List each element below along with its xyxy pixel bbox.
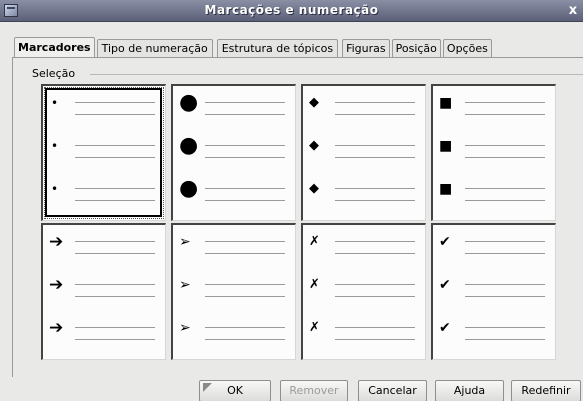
ok-button[interactable]: OK bbox=[199, 380, 271, 401]
bold-arrow-icon: ➔ bbox=[49, 275, 64, 295]
diamond-icon: ◆ bbox=[309, 181, 319, 196]
reset-button[interactable]: Redefinir bbox=[511, 380, 581, 401]
x-mark-icon: ✗ bbox=[309, 277, 320, 292]
outline-arrow-icon: ➢ bbox=[179, 277, 191, 293]
close-icon[interactable]: x bbox=[565, 1, 581, 20]
tab-estrutura-de-topicos[interactable]: Estrutura de tópicos bbox=[216, 39, 339, 58]
cancel-button-label: Cancelar bbox=[368, 384, 417, 397]
bullet-style-check-mark[interactable]: ✔ ✔ ✔ bbox=[431, 223, 556, 360]
reset-button-label: Redefinir bbox=[521, 384, 571, 397]
tab-posicao[interactable]: Posição bbox=[391, 39, 441, 58]
remove-button[interactable]: Remover bbox=[280, 380, 348, 401]
tab-bar: Marcadores Tipo de numeração Estrutura d… bbox=[14, 37, 496, 58]
check-mark-icon: ✔ bbox=[439, 277, 451, 293]
window-title: Marcações e numeração bbox=[204, 3, 379, 17]
diamond-icon: ◆ bbox=[309, 138, 319, 153]
check-mark-icon: ✔ bbox=[439, 320, 451, 336]
small-bullet-icon: • bbox=[51, 182, 59, 196]
check-mark-icon: ✔ bbox=[439, 234, 451, 250]
tab-tipo-de-numeracao[interactable]: Tipo de numeração bbox=[96, 39, 213, 58]
diamond-icon: ◆ bbox=[309, 95, 319, 110]
x-mark-icon: ✗ bbox=[309, 234, 320, 249]
bullet-style-diamond[interactable]: ◆ ◆ ◆ bbox=[301, 84, 426, 221]
large-bullet-icon: ● bbox=[179, 176, 199, 201]
cancel-button[interactable]: Cancelar bbox=[358, 380, 427, 401]
bullet-style-x-mark[interactable]: ✗ ✗ ✗ bbox=[301, 223, 426, 360]
bullet-style-large-bullet[interactable]: ● ● ● bbox=[171, 84, 296, 221]
section-label: Seleção bbox=[32, 67, 80, 80]
tab-opcoes[interactable]: Opções bbox=[442, 39, 492, 58]
bullet-style-square[interactable]: ■ ■ ■ bbox=[431, 84, 556, 221]
ok-button-label: OK bbox=[227, 384, 243, 397]
outline-arrow-icon: ➢ bbox=[179, 234, 191, 250]
bold-arrow-icon: ➔ bbox=[49, 232, 64, 252]
tab-figuras[interactable]: Figuras bbox=[342, 39, 390, 58]
square-icon: ■ bbox=[439, 181, 453, 197]
bullet-style-bold-arrow[interactable]: ➔ ➔ ➔ bbox=[41, 223, 166, 360]
square-icon: ■ bbox=[439, 138, 453, 154]
outline-arrow-icon: ➢ bbox=[179, 320, 191, 336]
default-button-indicator bbox=[203, 383, 212, 392]
remove-button-label: Remover bbox=[289, 384, 339, 397]
large-bullet-icon: ● bbox=[179, 133, 199, 158]
bullet-style-outline-arrow[interactable]: ➢ ➢ ➢ bbox=[171, 223, 296, 360]
tab-marcadores[interactable]: Marcadores bbox=[14, 37, 95, 58]
section-divider bbox=[90, 74, 583, 75]
title-bar[interactable]: Marcações e numeração x bbox=[0, 0, 583, 22]
small-bullet-icon: • bbox=[51, 139, 59, 153]
large-bullet-icon: ● bbox=[179, 90, 199, 115]
help-button-label: Ajuda bbox=[453, 384, 486, 397]
small-bullet-icon: • bbox=[51, 96, 59, 110]
square-icon: ■ bbox=[439, 95, 453, 111]
x-mark-icon: ✗ bbox=[309, 320, 320, 335]
bullet-style-small-bullet[interactable]: • • • bbox=[41, 84, 166, 221]
help-button[interactable]: Ajuda bbox=[435, 380, 504, 401]
bold-arrow-icon: ➔ bbox=[49, 318, 64, 338]
